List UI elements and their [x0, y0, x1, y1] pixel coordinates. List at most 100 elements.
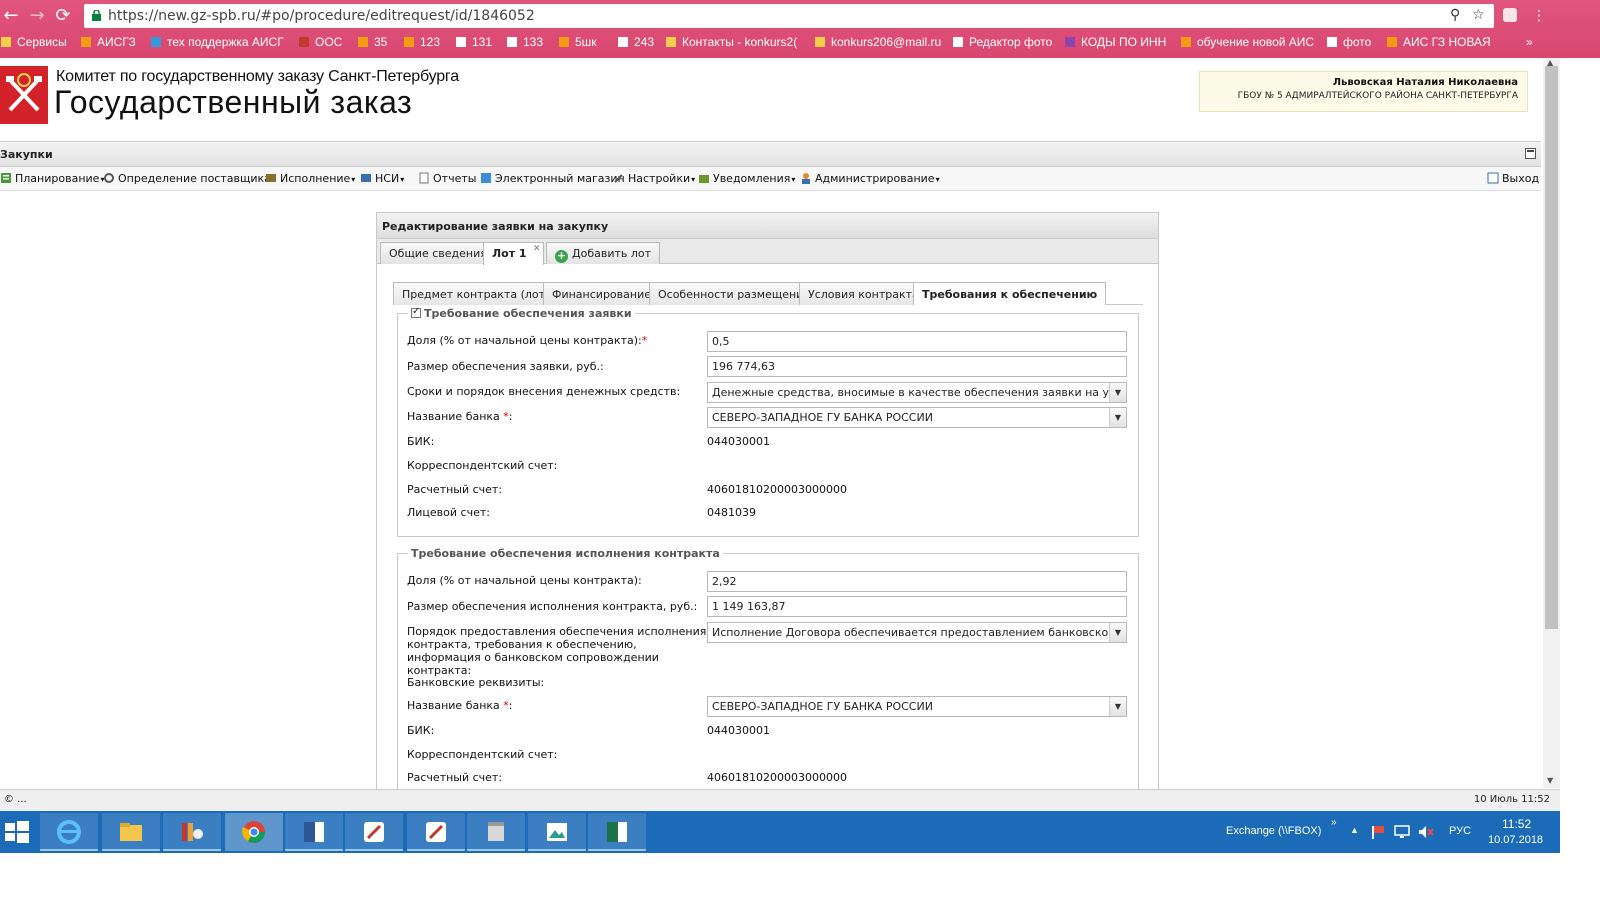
archive-app[interactable]: [467, 813, 525, 851]
close-icon[interactable]: ✕: [533, 244, 541, 254]
menu-eshop[interactable]: Электронный магазин: [480, 172, 625, 185]
bid-share-input[interactable]: 0,5: [707, 331, 1127, 352]
contract-security-legend: Требование обеспечения исполнения контра…: [411, 547, 720, 560]
chevron-down-icon[interactable]: ▼: [1109, 408, 1126, 427]
bookmark-item[interactable]: Редактор фото: [952, 35, 1052, 49]
tab-lot-1[interactable]: Лот 1 ✕: [483, 242, 544, 265]
bookmark-item[interactable]: 123: [403, 35, 440, 49]
bookmark-label: 131: [472, 35, 493, 49]
reload-icon[interactable]: ⟳: [52, 5, 74, 27]
menu-planning[interactable]: Планирование▾: [0, 172, 104, 185]
image-viewer-app[interactable]: [528, 813, 586, 851]
tray-exchange-label[interactable]: Exchange (\\FBOX): [1226, 825, 1321, 837]
chevron-down-icon[interactable]: ▼: [1109, 623, 1126, 642]
address-bar[interactable]: https://new.gz-spb.ru/#po/procedure/edit…: [84, 4, 1494, 28]
tray-overflow-icon[interactable]: »: [1331, 817, 1337, 828]
menu-admin[interactable]: Администрирование▾: [800, 172, 940, 185]
tab-placement-features[interactable]: Особенности размещения: [649, 282, 819, 305]
back-icon[interactable]: ←: [0, 5, 22, 27]
main-menu: Планирование▾ Определение поставщика▾ Ис…: [0, 167, 1541, 191]
bookmark-item[interactable]: 133: [506, 35, 543, 49]
bookmark-item[interactable]: 131: [455, 35, 492, 49]
menu-settings[interactable]: Настройки▾: [613, 172, 695, 185]
status-datetime: 10 Июль 11:52: [1473, 794, 1550, 805]
contract-order-select[interactable]: Исполнение Договора обеспечивается предо…: [707, 622, 1127, 643]
bookmark-item[interactable]: konkurs206@mail.ru: [814, 35, 941, 49]
site-title: Государственный заказ: [54, 84, 413, 120]
section-title: Закупки: [0, 148, 53, 161]
contract-amount-input[interactable]: 1 149 163,87: [707, 596, 1127, 617]
volume-icon[interactable]: [1418, 825, 1434, 839]
page-scrollbar[interactable]: ▲ ▼: [1543, 58, 1560, 788]
contract-bank-select[interactable]: СЕВЕРО-ЗАПАДНОЕ ГУ БАНКА РОССИИ ▼: [707, 696, 1127, 717]
bookmark-item[interactable]: АИС ГЗ НОВАЯ: [1386, 35, 1491, 49]
bookmark-item[interactable]: КОДЫ ПО ИНН: [1064, 35, 1166, 49]
tab-security-requirements[interactable]: Требования к обеспечению: [913, 282, 1107, 305]
scroll-thumb[interactable]: [1545, 66, 1558, 629]
bookmark-item[interactable]: 35: [357, 35, 387, 49]
url-text[interactable]: https://new.gz-spb.ru/#po/procedure/edit…: [108, 8, 535, 24]
forward-icon[interactable]: →: [26, 5, 48, 27]
bid-personal-label: Лицевой счет:: [407, 506, 490, 519]
user-info[interactable]: Львовская Наталия Николаевна ГБОУ № 5 АД…: [1199, 71, 1528, 112]
bid-bank-select[interactable]: СЕВЕРО-ЗАПАДНОЕ ГУ БАНКА РОССИИ ▼: [707, 407, 1127, 428]
contract-share-label: Доля (% от начальной цены контракта):: [407, 574, 642, 587]
bookmark-label: АИСГЗ: [97, 35, 136, 49]
tab-financing[interactable]: Финансирование: [543, 282, 660, 305]
menu-reports[interactable]: Отчеты: [418, 172, 476, 185]
add-lot-button[interactable]: + Добавить лот: [546, 242, 661, 264]
menu-execution[interactable]: Исполнение▾: [265, 172, 355, 185]
bookmark-item[interactable]: ООС: [298, 35, 342, 49]
tray-time[interactable]: 11:52: [1502, 817, 1531, 831]
menu-supplier[interactable]: Определение поставщика▾: [103, 172, 276, 185]
bid-amount-input[interactable]: 196 774,63: [707, 356, 1127, 377]
bid-corr-label: Корреспондентский счет:: [407, 459, 558, 472]
chrome-icon: [242, 821, 265, 843]
bookmark-item[interactable]: 243: [617, 35, 654, 49]
network-icon[interactable]: [1394, 825, 1410, 839]
chevron-down-icon[interactable]: ▼: [1109, 697, 1126, 716]
tab-general[interactable]: Общие сведения: [380, 242, 496, 264]
pdf-app[interactable]: [345, 813, 403, 851]
contract-share-input[interactable]: 2,92: [707, 571, 1127, 592]
library-app[interactable]: [163, 813, 221, 851]
pdf-icon: [426, 822, 446, 842]
chevron-down-icon[interactable]: ▼: [1109, 383, 1126, 402]
windows-taskbar: Exchange (\\FBOX) » ▲ РУС 11:52 10.07.20…: [0, 811, 1560, 853]
explorer-app[interactable]: [102, 813, 160, 851]
extension-icon[interactable]: [1500, 5, 1520, 25]
bookmark-item[interactable]: Контакты - konkurs2(: [665, 35, 797, 49]
menu-nsi[interactable]: НСИ▾: [360, 172, 404, 185]
tray-date[interactable]: 10.07.2018: [1488, 834, 1543, 846]
chrome-app[interactable]: [225, 813, 283, 851]
word-app[interactable]: [285, 813, 343, 851]
exit-button[interactable]: Выход: [1487, 172, 1539, 185]
show-hidden-icon[interactable]: ▲: [1350, 825, 1359, 835]
pdf-app-2[interactable]: [407, 813, 465, 851]
star-icon[interactable]: ☆: [1472, 7, 1485, 23]
bid-security-checkbox[interactable]: [411, 306, 421, 318]
tab-contract-terms[interactable]: Условия контракта: [799, 282, 928, 305]
bookmark-label: 35: [374, 35, 388, 49]
bookmark-item[interactable]: обучение новой АИС: [1180, 35, 1314, 49]
bid-terms-select[interactable]: Денежные средства, вносимые в качестве о…: [707, 382, 1127, 403]
ie-app[interactable]: [40, 813, 98, 851]
scroll-down-icon[interactable]: ▼: [1547, 776, 1553, 785]
key-icon[interactable]: ⚲: [1450, 7, 1460, 23]
menu-planning-label: Планирование: [15, 172, 100, 185]
collapse-icon[interactable]: [1525, 148, 1536, 159]
menu-notifications[interactable]: Уведомления▾: [698, 172, 795, 185]
spb-icon: [559, 37, 569, 47]
flag-icon[interactable]: [1370, 825, 1386, 839]
bookmark-item[interactable]: АИСГЗ: [80, 35, 136, 49]
language-indicator[interactable]: РУС: [1449, 825, 1471, 837]
menu-icon[interactable]: ⋮: [1528, 5, 1550, 27]
windows-start-icon[interactable]: [0, 811, 34, 853]
bookmark-item[interactable]: фото: [1326, 35, 1371, 49]
bookmark-item[interactable]: Сервисы: [0, 35, 67, 49]
excel-app[interactable]: [588, 813, 646, 851]
tab-contract-subject[interactable]: Предмет контракта (лота): [393, 282, 566, 305]
bookmark-item[interactable]: 5шк: [558, 35, 597, 49]
bookmarks-overflow-icon[interactable]: »: [1526, 35, 1533, 49]
bookmark-item[interactable]: тех поддержка АИСГ: [150, 35, 284, 49]
